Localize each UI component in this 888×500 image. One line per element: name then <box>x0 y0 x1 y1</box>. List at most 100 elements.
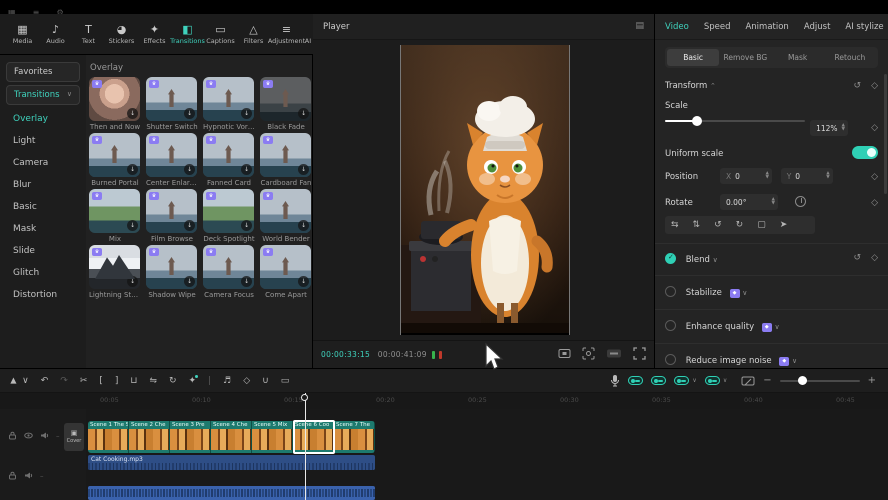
reset-icon[interactable]: ↺ <box>854 253 862 263</box>
mirror-icon[interactable]: ⇋ <box>149 376 157 386</box>
toolbar-captions[interactable]: ▭Captions <box>204 16 237 52</box>
ratio-icon[interactable] <box>558 347 571 360</box>
transition-tile[interactable]: ♛↓Mix <box>89 189 143 243</box>
transition-tile[interactable]: ♛↓Deck Spotlight <box>203 189 257 243</box>
transition-tile[interactable]: ♛↓Then and Now <box>89 77 143 131</box>
transition-tile[interactable]: ♛↓Camera Focus <box>203 245 257 299</box>
playhead-handle[interactable] <box>301 394 308 401</box>
zoom-out-icon[interactable]: − <box>763 375 771 386</box>
mute-track-icon[interactable] <box>24 471 33 480</box>
subtab-basic[interactable]: Basic <box>667 49 719 66</box>
keyframe-icon[interactable]: ◇ <box>871 198 878 208</box>
transition-tile[interactable]: ♛↓Burned Portal <box>89 133 143 187</box>
select-tool-icon[interactable]: ▶ <box>9 377 18 383</box>
tab-animation[interactable]: Animation <box>745 22 788 32</box>
subtab-retouch[interactable]: Retouch <box>824 49 876 66</box>
video-clip[interactable]: Scene 3 Pre <box>170 421 211 453</box>
category-overlay[interactable]: Overlay <box>0 108 86 130</box>
stepper-icon[interactable]: ▲▼ <box>772 198 775 206</box>
track-more-icon[interactable]: – <box>40 472 44 480</box>
stabilize-checkbox[interactable] <box>665 286 676 297</box>
track-mode-toggle[interactable] <box>705 376 720 385</box>
category-camera[interactable]: Camera <box>0 152 86 174</box>
trim-left-icon[interactable]: [ <box>99 376 103 386</box>
flip-vertical-icon[interactable]: ⇅ <box>693 220 701 230</box>
collapse-icon[interactable]: ⌃ <box>710 82 716 90</box>
select-cursor-icon[interactable]: ➤ <box>780 220 788 230</box>
transition-tile[interactable]: ♛↓Hypnotic Vortex <box>203 77 257 131</box>
track-more-icon[interactable]: – <box>56 432 60 440</box>
crop-icon[interactable]: ▢ <box>757 220 766 230</box>
category-mask[interactable]: Mask <box>0 218 86 240</box>
undo-icon[interactable]: ↶ <box>41 376 49 386</box>
subtab-mask[interactable]: Mask <box>772 49 824 66</box>
keyframe-icon[interactable]: ◇ <box>871 172 878 182</box>
transition-tile[interactable]: ♛↓Shutter Switch <box>146 77 200 131</box>
tab-adjust[interactable]: Adjust <box>804 22 831 32</box>
keyframe-icon[interactable]: ◇ <box>871 253 878 263</box>
uniform-scale-toggle[interactable] <box>852 146 878 159</box>
extract-audio-icon[interactable]: ♬ <box>223 376 231 386</box>
mute-track-icon[interactable] <box>40 431 49 440</box>
scrollbar[interactable] <box>884 74 887 194</box>
redo-icon[interactable]: ↷ <box>60 376 68 386</box>
delete-icon[interactable]: ⊔ <box>130 376 137 386</box>
transition-tile[interactable]: ♛↓Center Enlarge <box>146 133 200 187</box>
flip-horizontal-icon[interactable]: ⇆ <box>671 220 679 230</box>
zoom-knob[interactable] <box>798 376 807 385</box>
stepper-icon[interactable]: ▲▼ <box>826 172 829 180</box>
stepper-icon[interactable]: ▲▼ <box>842 124 845 132</box>
keyframe-icon[interactable]: ◇ <box>871 123 878 133</box>
reset-icon[interactable]: ↺ <box>854 81 862 91</box>
screen-cast-icon[interactable] <box>741 375 755 387</box>
tab-speed[interactable]: Speed <box>704 22 731 32</box>
video-clip[interactable]: Scene 5 Mix <box>252 421 293 453</box>
rotate-value-box[interactable]: 0.00°▲▼ <box>720 194 778 210</box>
snapping-icon[interactable]: ∪ <box>262 376 269 386</box>
video-preview[interactable] <box>400 45 570 335</box>
category-distortion[interactable]: Distortion <box>0 284 86 306</box>
transition-tile[interactable]: ♛↓Cardboard Fan <box>260 133 313 187</box>
video-clip-selected[interactable]: Scene 6 Coo <box>293 421 334 453</box>
category-basic[interactable]: Basic <box>0 196 86 218</box>
rotate-ccw-icon[interactable]: ↺ <box>714 220 722 230</box>
transition-tile[interactable]: ♛↓Black Fade <box>260 77 313 131</box>
zoom-in-icon[interactable]: + <box>868 375 876 386</box>
transition-tile[interactable]: ♛↓Shadow Wipe <box>146 245 200 299</box>
sidebar-favorites[interactable]: Favorites <box>6 62 80 82</box>
music-clip[interactable] <box>88 486 375 500</box>
rotate-cw-icon[interactable]: ↻ <box>736 220 744 230</box>
player-options-icon[interactable]: ▤ <box>635 21 644 31</box>
blend-checkbox[interactable] <box>665 253 676 264</box>
toolbar-media[interactable]: ▦Media <box>6 16 39 52</box>
toolbar-effects[interactable]: ✦Effects <box>138 16 171 52</box>
transition-tile[interactable]: ♛↓Fanned Card <box>203 133 257 187</box>
category-blur[interactable]: Blur <box>0 174 86 196</box>
auto-ripple-toggle[interactable] <box>628 376 643 385</box>
transition-tile[interactable]: ♛↓Lightning Strike <box>89 245 143 299</box>
toolbar-stickers[interactable]: ◕Stickers <box>105 16 138 52</box>
ai-tools-icon[interactable]: ✦ <box>189 376 197 386</box>
transition-tile[interactable]: ♛↓Film Browse <box>146 189 200 243</box>
fullscreen-icon[interactable] <box>633 347 646 360</box>
toolbar-filters[interactable]: △Filters <box>237 16 270 52</box>
transition-tile[interactable]: ♛↓World Bender <box>260 189 313 243</box>
category-glitch[interactable]: Glitch <box>0 262 86 284</box>
object-tracking-icon[interactable] <box>582 347 595 360</box>
scale-value-box[interactable]: 112%▲▼ <box>810 120 848 136</box>
scale-slider[interactable] <box>665 120 805 122</box>
lock-icon[interactable] <box>8 471 17 480</box>
subtab-remove-bg[interactable]: Remove BG <box>719 49 771 66</box>
video-clip[interactable]: Scene 4 Che <box>211 421 252 453</box>
enhance-quality-checkbox[interactable] <box>665 320 676 331</box>
sidebar-transitions[interactable]: Transitions∨ <box>6 85 80 105</box>
audio-clip[interactable]: Cat Cooking.mp3 <box>88 455 375 470</box>
toolbar-audio[interactable]: ♪Audio <box>39 16 72 52</box>
tool-dropdown-icon[interactable]: ∨ <box>22 376 29 386</box>
split-icon[interactable]: ✂ <box>80 376 88 386</box>
keyframe-tool-icon[interactable]: ◇ <box>243 376 250 386</box>
tab-ai-stylize[interactable]: AI stylize <box>845 22 883 32</box>
video-clip[interactable]: Scene 2 Che <box>129 421 170 453</box>
cover-button[interactable]: ▣ Cover <box>64 423 84 451</box>
transition-tile[interactable]: ♛↓Come Apart <box>260 245 313 299</box>
